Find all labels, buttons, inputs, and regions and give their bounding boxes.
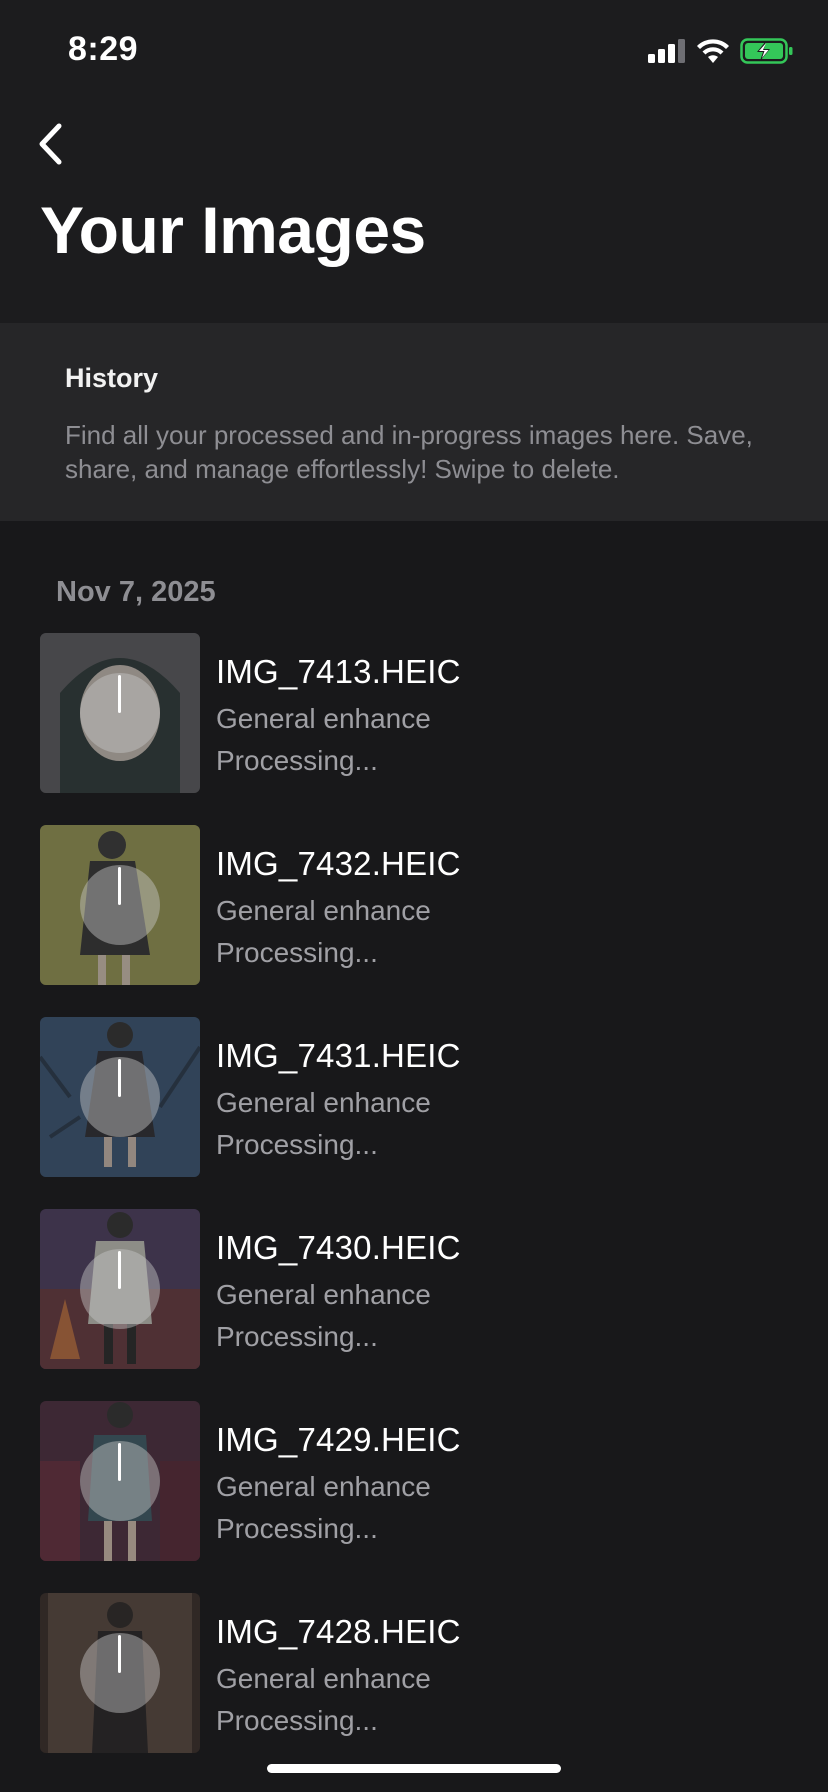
item-enhancement-type: General enhance: [216, 1471, 431, 1502]
item-status: Processing...: [216, 937, 378, 968]
item-enhancement-type: General enhance: [216, 1087, 431, 1118]
image-thumbnail: [40, 1017, 200, 1177]
loading-spinner-icon: [80, 673, 160, 753]
loading-spinner-icon: [80, 1441, 160, 1521]
image-thumbnail: [40, 633, 200, 793]
loading-spinner-icon: [80, 1633, 160, 1713]
cellular-signal-icon: [648, 39, 685, 63]
page-title: Your Images: [40, 193, 426, 267]
battery-charging-icon: [740, 38, 793, 64]
list-item[interactable]: IMG_7432.HEIC General enhance Processing…: [40, 825, 800, 985]
item-filename: IMG_7432.HEIC: [216, 845, 461, 882]
item-enhancement-type: General enhance: [216, 703, 431, 734]
chevron-left-icon: [39, 123, 62, 165]
item-filename: IMG_7429.HEIC: [216, 1421, 461, 1458]
item-status: Processing...: [216, 1513, 378, 1544]
list-item[interactable]: IMG_7429.HEIC General enhance Processing…: [40, 1401, 800, 1561]
item-filename: IMG_7431.HEIC: [216, 1037, 461, 1074]
image-list: Nov 7, 2025 IMG_7413.HEIC General enhanc…: [0, 521, 828, 1792]
image-thumbnail: [40, 1593, 200, 1753]
status-bar: 8:29: [0, 0, 828, 100]
list-item[interactable]: IMG_7430.HEIC General enhance Processing…: [40, 1209, 800, 1369]
list-item[interactable]: IMG_7413.HEIC General enhance Processing…: [40, 633, 800, 793]
image-thumbnail: [40, 825, 200, 985]
item-status: Processing...: [216, 1705, 378, 1736]
item-enhancement-type: General enhance: [216, 895, 431, 926]
back-button[interactable]: [22, 116, 78, 172]
date-header: Nov 7, 2025: [56, 576, 216, 608]
loading-spinner-icon: [80, 1249, 160, 1329]
home-indicator[interactable]: [267, 1764, 561, 1773]
loading-spinner-icon: [80, 865, 160, 945]
item-status: Processing...: [216, 1321, 378, 1352]
item-filename: IMG_7413.HEIC: [216, 653, 461, 690]
image-thumbnail: [40, 1209, 200, 1369]
history-description: Find all your processed and in-progress …: [65, 420, 753, 484]
status-icons: [648, 34, 794, 68]
loading-spinner-icon: [80, 1057, 160, 1137]
item-filename: IMG_7428.HEIC: [216, 1613, 461, 1650]
item-enhancement-type: General enhance: [216, 1279, 431, 1310]
status-time: 8:29: [68, 30, 139, 68]
history-card: History Find all your processed and in-p…: [0, 323, 828, 521]
image-items: IMG_7413.HEIC General enhance Processing…: [40, 633, 800, 1785]
item-status: Processing...: [216, 1129, 378, 1160]
history-title: History: [65, 363, 159, 393]
list-item[interactable]: IMG_7428.HEIC General enhance Processing…: [40, 1593, 800, 1753]
image-thumbnail: [40, 1401, 200, 1561]
item-enhancement-type: General enhance: [216, 1663, 431, 1694]
item-filename: IMG_7430.HEIC: [216, 1229, 461, 1266]
item-status: Processing...: [216, 745, 378, 776]
list-item[interactable]: IMG_7431.HEIC General enhance Processing…: [40, 1017, 800, 1177]
wifi-icon: [697, 39, 729, 63]
